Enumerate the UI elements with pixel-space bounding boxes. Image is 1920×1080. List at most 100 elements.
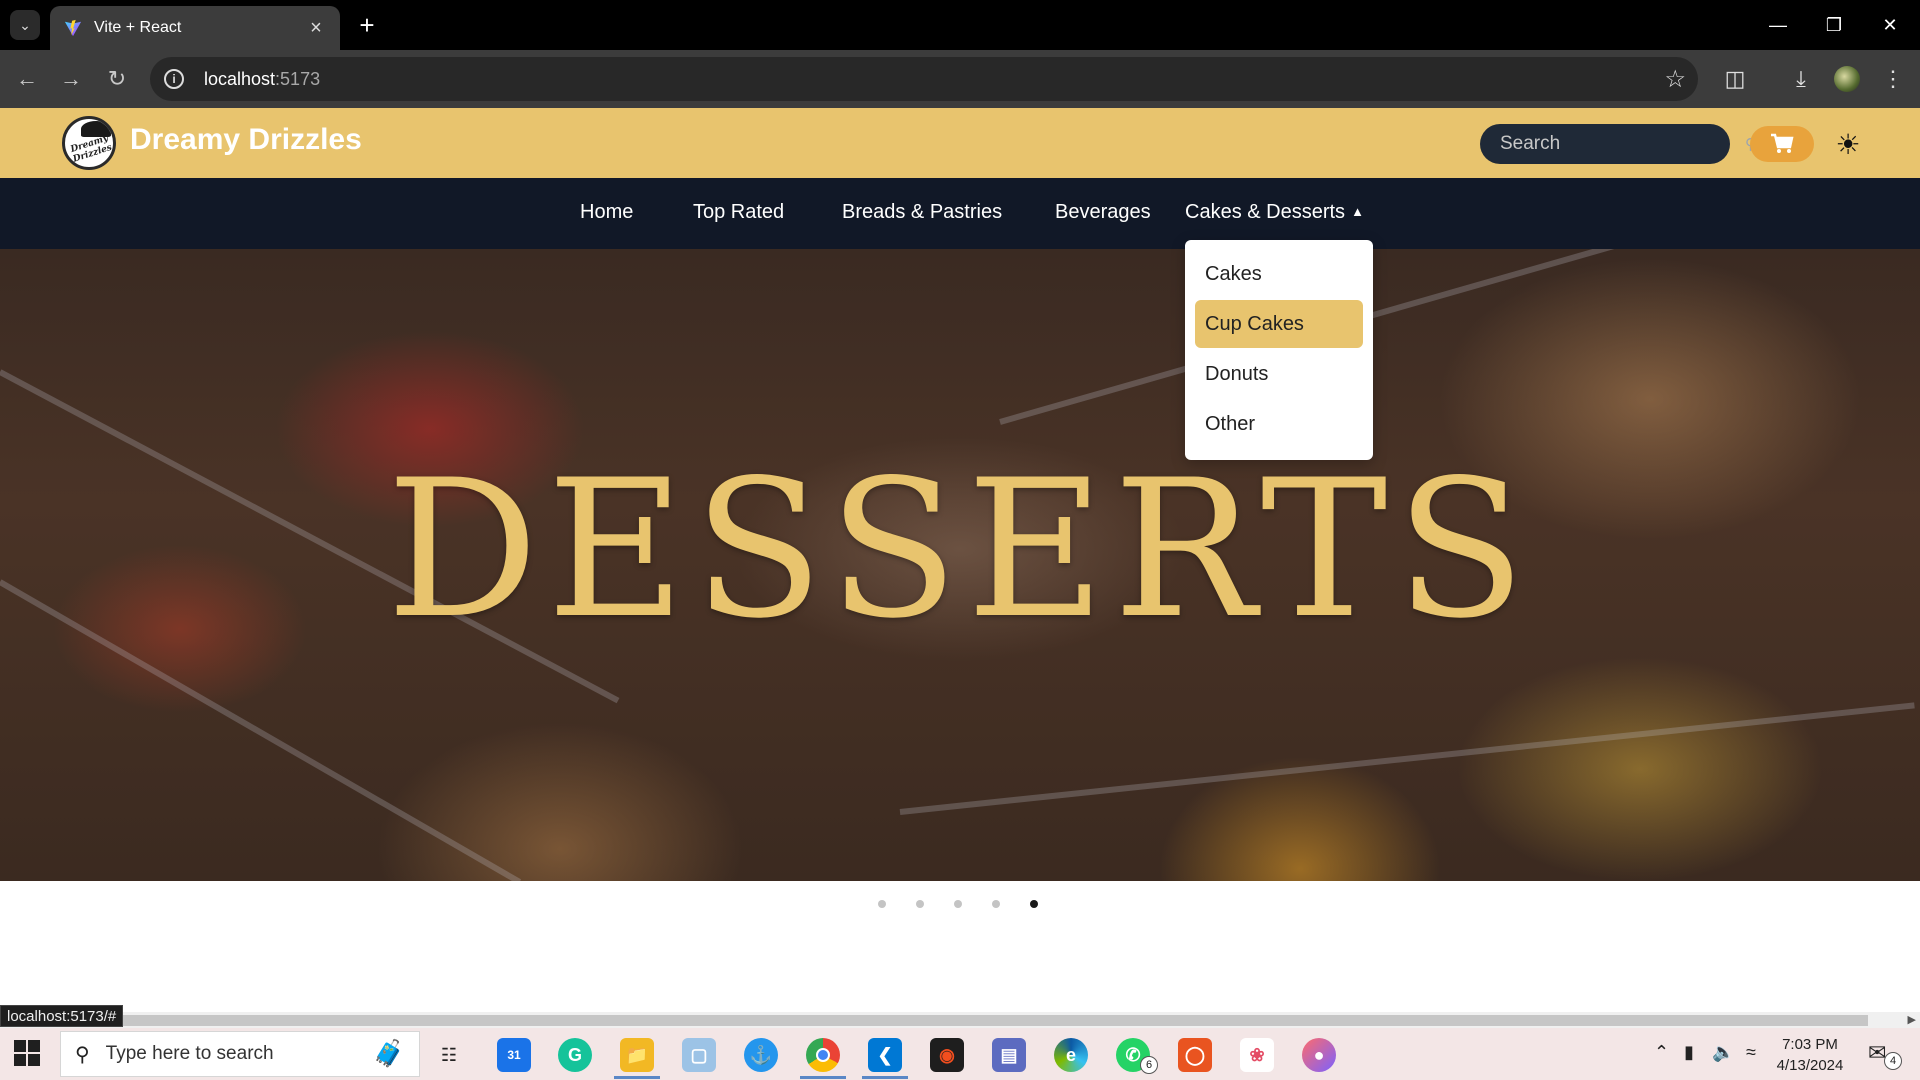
profile-avatar[interactable] <box>1834 66 1860 92</box>
taskbar-search[interactable]: ⚲ Type here to search 🧳 <box>60 1031 420 1077</box>
edge-icon[interactable]: e <box>1054 1038 1088 1072</box>
active-app-indicator <box>862 1076 908 1079</box>
arrow-left-icon: ← <box>16 66 38 91</box>
minimize-button[interactable]: — <box>1754 8 1802 42</box>
whatsapp-badge: 6 <box>1140 1056 1158 1074</box>
logo-text: Dreamy Drizzles <box>69 133 114 165</box>
carousel-dot[interactable] <box>992 900 1000 908</box>
site-header: Dreamy Drizzles Dreamy Drizzles ⚲ ☀ <box>0 108 1920 178</box>
horizontal-scrollbar[interactable]: ▶ <box>0 1012 1920 1028</box>
brand-name[interactable]: Dreamy Drizzles <box>130 123 362 157</box>
cluster-app-icon[interactable]: ❀ <box>1240 1038 1274 1072</box>
close-tab-icon[interactable]: × <box>306 17 326 40</box>
close-window-button[interactable]: ✕ <box>1866 8 1914 42</box>
url-port: :5173 <box>275 68 321 89</box>
taskbar-clock[interactable]: 7:03 PM 4/13/2024 <box>1760 1034 1860 1076</box>
speaker-icon[interactable]: 🔈 <box>1712 1042 1734 1063</box>
notification-badge: 4 <box>1884 1052 1902 1070</box>
site-logo[interactable]: Dreamy Drizzles <box>62 116 116 170</box>
site-search[interactable]: ⚲ <box>1480 124 1756 164</box>
plus-icon: + <box>359 9 375 40</box>
notification-center-button[interactable]: ✉ 4 <box>1868 1040 1902 1070</box>
browser-toolbar: ← → ↻ i localhost:5173 ☆ ◫ ⤓ ⋮ <box>0 50 1920 108</box>
site-info-icon[interactable]: i <box>164 69 184 89</box>
cart-icon <box>1771 133 1794 153</box>
photos-app-icon[interactable]: ▢ <box>682 1038 716 1072</box>
clock-time: 7:03 PM <box>1782 1036 1838 1053</box>
dropdown-item-cup-cakes[interactable]: Cup Cakes <box>1195 300 1363 348</box>
browser-app-icon[interactable]: ● <box>1302 1038 1336 1072</box>
carousel-dot[interactable] <box>878 900 886 908</box>
minimize-icon: — <box>1769 14 1787 35</box>
bookmark-star-icon[interactable]: ☆ <box>1664 65 1686 94</box>
windows-start-button[interactable] <box>14 1040 42 1068</box>
chevron-up-icon[interactable]: ⌃ <box>1654 1042 1669 1063</box>
address-bar[interactable]: i localhost:5173 ☆ <box>150 57 1698 101</box>
figma-icon[interactable]: ◉ <box>930 1038 964 1072</box>
remote-desktop-icon[interactable]: ▤ <box>992 1038 1026 1072</box>
active-app-indicator <box>614 1076 660 1079</box>
cart-button[interactable] <box>1750 126 1814 162</box>
ubuntu-icon[interactable]: ◯ <box>1178 1038 1212 1072</box>
reload-button[interactable]: ↻ <box>102 64 132 94</box>
download-icon[interactable]: ⤓ <box>1786 64 1816 94</box>
forward-button[interactable]: → <box>56 64 86 94</box>
close-icon: ✕ <box>1882 14 1898 35</box>
arrow-right-icon: → <box>60 66 82 91</box>
status-bar-url: localhost:5173/# <box>0 1005 124 1027</box>
new-tab-button[interactable]: + <box>352 10 382 40</box>
caret-up-icon: ▲ <box>1351 204 1364 219</box>
chrome-icon[interactable] <box>806 1038 840 1072</box>
hero-title: DESSERTS <box>386 439 1534 660</box>
tab-title: Vite + React <box>94 19 182 36</box>
url-host: localhost <box>204 68 276 89</box>
dropdown-item-donuts[interactable]: Donuts <box>1195 350 1363 398</box>
vite-favicon-icon <box>64 19 82 37</box>
shelf-rail <box>999 249 1886 425</box>
file-explorer-icon[interactable]: 📁 <box>620 1038 654 1072</box>
windows-taskbar: ⚲ Type here to search 🧳 ☷ 31 G 📁 ▢ ⚓ ❮ ◉… <box>0 1028 1920 1080</box>
clock-date: 4/13/2024 <box>1776 1057 1844 1074</box>
calendar-app-icon[interactable]: 31 <box>497 1038 531 1072</box>
nav-item-breads-pastries[interactable]: Breads & Pastries <box>842 201 1002 224</box>
carousel-dot-active[interactable] <box>1030 900 1038 908</box>
carousel-dot[interactable] <box>916 900 924 908</box>
chevron-down-icon: ⌄ <box>19 16 31 33</box>
scrollbar-thumb[interactable] <box>0 1015 1868 1026</box>
shelf-rail <box>899 702 1915 815</box>
nav-item-beverages[interactable]: Beverages <box>1055 201 1151 224</box>
taskbar-search-placeholder: Type here to search <box>105 1043 274 1064</box>
back-button[interactable]: ← <box>12 64 42 94</box>
dropdown-item-cakes[interactable]: Cakes <box>1195 250 1363 298</box>
carousel-indicators <box>878 900 1068 910</box>
search-icon: ⚲ <box>75 1043 90 1066</box>
tab-search-button[interactable]: ⌄ <box>10 10 40 40</box>
browser-tab-bar: ⌄ Vite + React × + — ❐ ✕ <box>0 0 1920 50</box>
search-input[interactable] <box>1500 133 1745 155</box>
docker-icon[interactable]: ⚓ <box>744 1038 778 1072</box>
nav-item-cakes-desserts-label: Cakes & Desserts <box>1185 201 1346 223</box>
browser-tab[interactable]: Vite + React × <box>50 6 340 50</box>
extensions-icon[interactable]: ◫ <box>1720 64 1750 94</box>
sun-icon: ☀ <box>1835 128 1861 160</box>
restore-button[interactable]: ❐ <box>1810 8 1858 42</box>
carousel-dot[interactable] <box>954 900 962 908</box>
active-app-indicator <box>800 1076 846 1079</box>
cakes-desserts-dropdown: Cakes Cup Cakes Donuts Other <box>1185 240 1373 460</box>
nav-item-home[interactable]: Home <box>580 201 633 224</box>
dropdown-item-other[interactable]: Other <box>1195 400 1363 448</box>
restore-icon: ❐ <box>1825 14 1843 35</box>
grammarly-icon[interactable]: G <box>558 1038 592 1072</box>
nav-item-cakes-desserts[interactable]: Cakes & Desserts ▲ <box>1185 201 1364 224</box>
nav-item-top-rated[interactable]: Top Rated <box>693 201 784 224</box>
battery-icon[interactable]: ▮ <box>1684 1042 1694 1063</box>
luggage-icon: 🧳 <box>372 1038 405 1068</box>
menu-kebab-icon[interactable]: ⋮ <box>1878 64 1908 94</box>
vscode-icon[interactable]: ❮ <box>868 1038 902 1072</box>
wifi-icon[interactable]: ≈ <box>1746 1042 1756 1063</box>
main-nav: Home Top Rated Breads & Pastries Beverag… <box>0 178 1920 249</box>
scroll-right-icon[interactable]: ▶ <box>1908 1012 1916 1028</box>
hero-carousel: DESSERTS <box>0 249 1920 881</box>
theme-toggle-button[interactable]: ☀ <box>1832 128 1864 160</box>
task-view-icon[interactable]: ☷ <box>432 1038 466 1072</box>
